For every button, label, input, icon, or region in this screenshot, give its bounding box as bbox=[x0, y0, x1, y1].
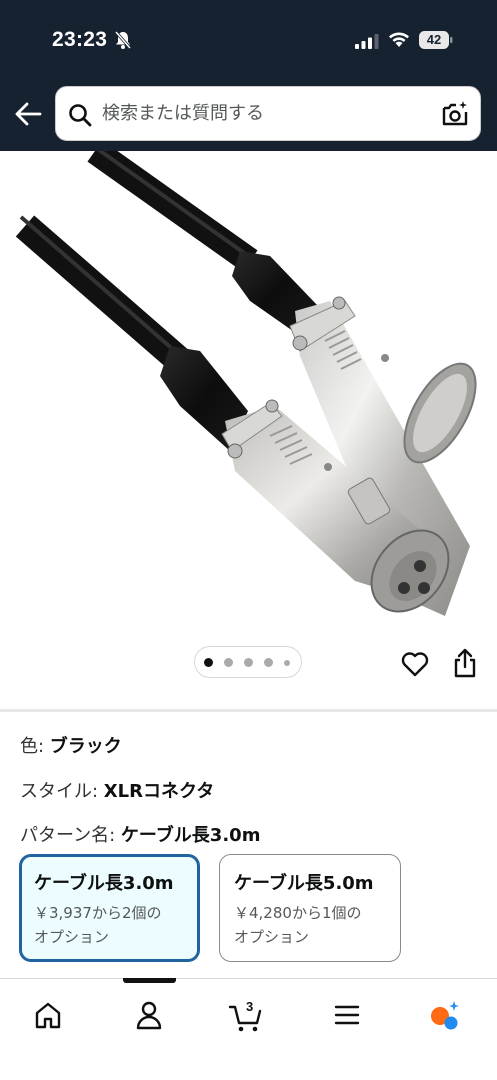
option-subtext: ￥4,280から1個の オプション bbox=[234, 901, 386, 949]
battery-level: 42 bbox=[426, 32, 442, 47]
wifi-icon bbox=[389, 32, 409, 47]
option-suffix: オプション bbox=[234, 928, 310, 946]
search-bar[interactable] bbox=[55, 86, 481, 141]
option-price: ￥3,937から2個の bbox=[34, 904, 162, 922]
camera-search-icon[interactable] bbox=[441, 100, 469, 128]
status-bar: 23:23 42 bbox=[0, 0, 497, 80]
xlr-cable-image[interactable] bbox=[0, 151, 497, 651]
image-carousel-dots[interactable] bbox=[194, 646, 302, 678]
top-bar: 23:23 42 bbox=[0, 0, 497, 151]
color-row: 色: ブラック bbox=[20, 732, 122, 758]
style-value: XLRコネクタ bbox=[103, 781, 215, 802]
pattern-row: パターン名: ケーブル長3.0m bbox=[20, 821, 260, 847]
option-price: ￥4,280から1個の bbox=[234, 904, 362, 922]
pattern-label: パターン名: bbox=[20, 825, 121, 846]
carousel-dot[interactable] bbox=[224, 658, 233, 667]
heart-icon[interactable] bbox=[401, 651, 429, 677]
pattern-value: ケーブル長3.0m bbox=[120, 825, 261, 846]
bell-muted-icon bbox=[114, 31, 132, 49]
cart-count: 3 bbox=[246, 999, 253, 1014]
product-image-area[interactable] bbox=[0, 151, 497, 711]
rufus-icon[interactable] bbox=[425, 995, 465, 1035]
carousel-dot[interactable] bbox=[284, 659, 290, 666]
active-tab-indicator bbox=[123, 978, 176, 983]
option-suffix: オプション bbox=[34, 928, 110, 946]
search-icon[interactable] bbox=[68, 103, 92, 127]
color-value: ブラック bbox=[49, 736, 122, 757]
share-icon[interactable] bbox=[452, 648, 478, 678]
search-input[interactable] bbox=[102, 87, 432, 140]
carousel-dot[interactable] bbox=[204, 658, 213, 667]
option-cable-3m[interactable]: ケーブル長3.0m ￥3,937から2個の オプション bbox=[19, 854, 200, 962]
option-title: ケーブル長3.0m bbox=[34, 873, 174, 894]
color-label: 色: bbox=[20, 736, 50, 757]
style-label: スタイル: bbox=[20, 781, 104, 802]
menu-icon[interactable] bbox=[327, 995, 367, 1035]
back-arrow-icon[interactable] bbox=[14, 101, 42, 127]
cellular-signal-icon bbox=[355, 34, 379, 49]
carousel-dot[interactable] bbox=[264, 658, 273, 667]
option-cable-5m[interactable]: ケーブル長5.0m ￥4,280から1個の オプション bbox=[219, 854, 401, 962]
option-subtext: ￥3,937から2個の オプション bbox=[34, 901, 185, 949]
home-icon[interactable] bbox=[28, 995, 68, 1035]
option-title: ケーブル長5.0m bbox=[234, 873, 374, 894]
bottom-nav: 3 bbox=[0, 978, 497, 1080]
cart-icon[interactable]: 3 bbox=[226, 995, 266, 1035]
account-icon[interactable] bbox=[129, 995, 169, 1035]
carousel-dot[interactable] bbox=[244, 658, 253, 667]
status-time: 23:23 bbox=[52, 28, 108, 51]
style-row: スタイル: XLRコネクタ bbox=[20, 777, 214, 803]
section-divider bbox=[0, 709, 497, 712]
